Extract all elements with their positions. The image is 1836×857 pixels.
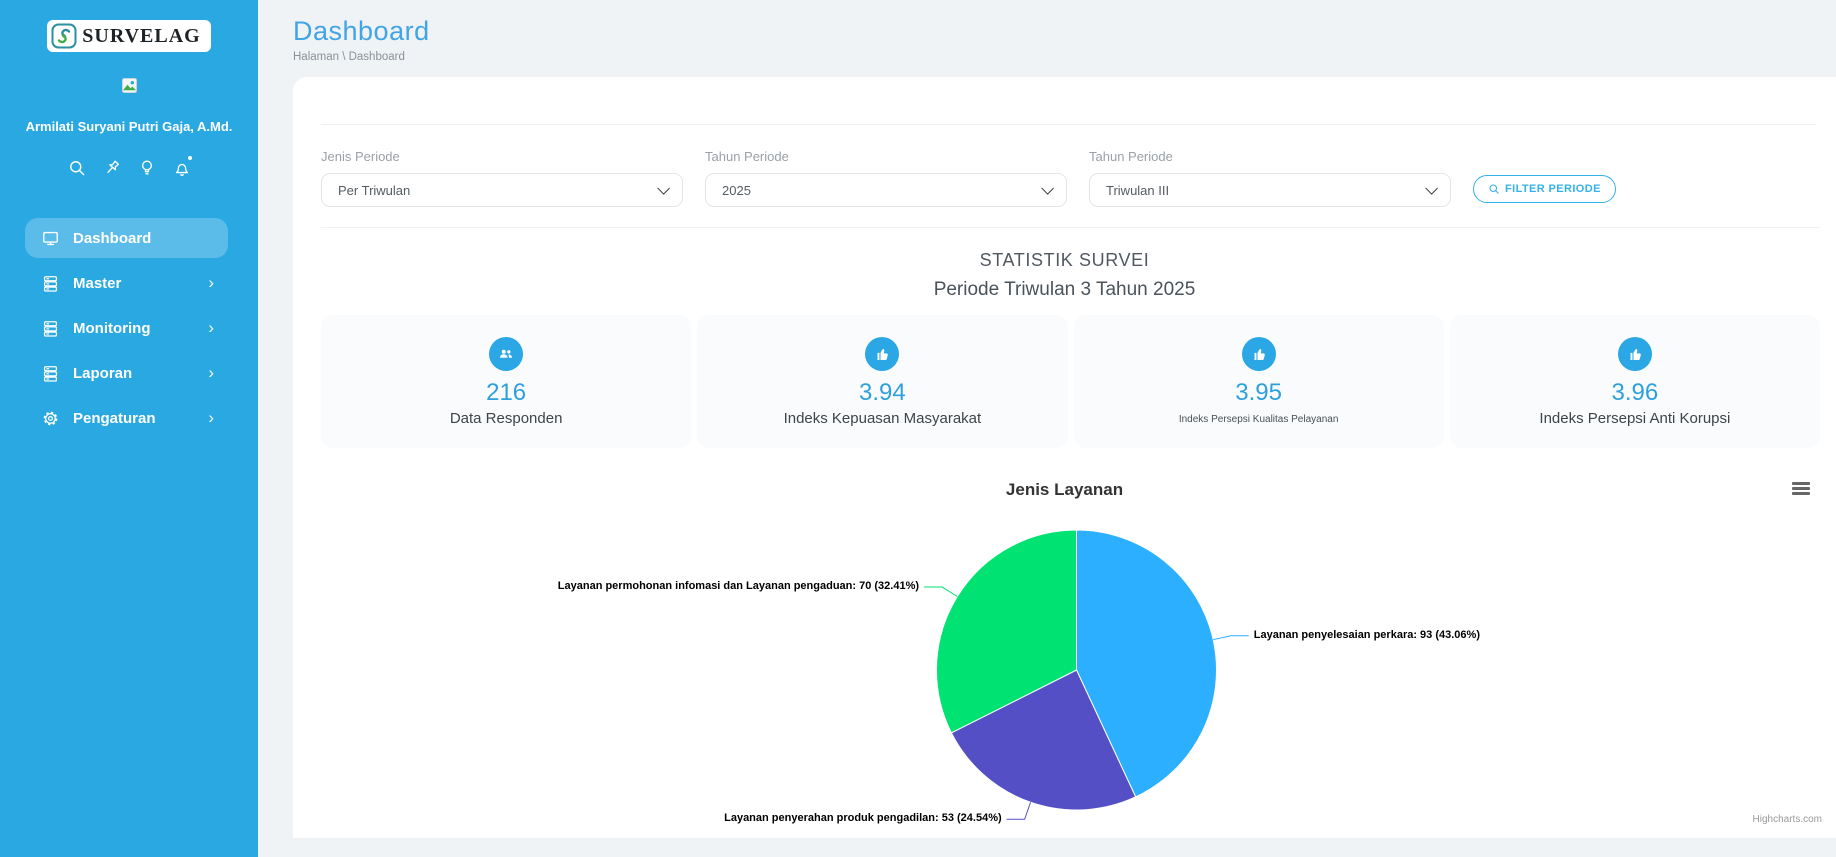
- chart-title: Jenis Layanan: [1005, 480, 1124, 499]
- chevron-down-icon: [1041, 181, 1054, 195]
- stat-card-ipak: 3.96 Indeks Persepsi Anti Korupsi: [1449, 315, 1820, 448]
- sidebar: SURVELAG Armilati Suryani Putri Gaja, A.…: [0, 0, 258, 857]
- stat-label: Indeks Persepsi Anti Korupsi: [1539, 410, 1731, 427]
- statistics-title: STATISTIK SURVEI: [979, 250, 1150, 270]
- sidebar-item-master[interactable]: Master ›: [25, 263, 228, 303]
- pie-label-connector: [1006, 802, 1032, 820]
- sidebar-item-label: Laporan: [73, 364, 133, 382]
- selected-value: 2025: [722, 182, 751, 198]
- notification-dot: [187, 156, 192, 160]
- pie-label-connector: [924, 586, 958, 597]
- highcharts-credit[interactable]: Highcharts.com: [1753, 814, 1822, 825]
- chevron-right-icon: ›: [208, 408, 214, 427]
- search-icon[interactable]: [67, 158, 87, 178]
- chart-context-menu-button[interactable]: [1792, 482, 1810, 495]
- chevron-right-icon: ›: [208, 318, 214, 337]
- app-logo[interactable]: SURVELAG: [47, 20, 211, 52]
- stat-value: 216: [486, 379, 527, 406]
- stat-value: 3.94: [859, 379, 906, 406]
- app-name: SURVELAG: [82, 24, 201, 47]
- filter-label-triwulan-periode: Tahun Periode: [1089, 149, 1173, 164]
- jenis-periode-select[interactable]: Per Triwulan: [321, 173, 683, 207]
- survelag-logo-icon: [51, 23, 77, 49]
- stat-value: 3.96: [1611, 379, 1659, 406]
- pie-slice-label: Layanan penyelesaian perkara: 93 (43.06%…: [1253, 628, 1480, 641]
- user-name: Armilati Suryani Putri Gaja, A.Md.: [25, 119, 233, 134]
- pin-icon[interactable]: [102, 158, 122, 178]
- stat-card-ikm: 3.94 Indeks Kepuasan Masyarakat: [697, 315, 1068, 448]
- chevron-right-icon: ›: [208, 363, 214, 382]
- filter-label-tahun-periode: Tahun Periode: [705, 149, 789, 164]
- lightbulb-icon[interactable]: [137, 158, 157, 178]
- sidebar-item-label: Monitoring: [73, 319, 151, 337]
- bell-icon[interactable]: [172, 156, 192, 178]
- statistics-cards: 216 Data Responden 3.94 Indeks Kepuasan …: [293, 301, 1836, 448]
- sidebar-item-label: Dashboard: [73, 229, 152, 247]
- filter-label-jenis-periode: Jenis Periode: [321, 149, 400, 164]
- page-title: Dashboard: [293, 16, 430, 46]
- sidebar-item-label: Pengaturan: [73, 409, 156, 427]
- pie-svg: [924, 529, 1249, 820]
- search-icon: [1489, 184, 1499, 194]
- main-content: Dashboard Halaman \ Dashboard Jenis Peri…: [258, 0, 1836, 838]
- pie-slice-label: Layanan permohonan infomasi dan Layanan …: [557, 580, 920, 593]
- stat-card-ipkp: 3.95 Indeks Persepsi Kualitas Pelayanan: [1073, 315, 1444, 448]
- chevron-down-icon: [657, 181, 670, 195]
- server-icon: [41, 274, 60, 293]
- selected-value: Per Triwulan: [338, 182, 411, 198]
- sidebar-item-monitoring[interactable]: Monitoring ›: [25, 308, 228, 348]
- stat-value: 3.95: [1235, 379, 1282, 406]
- sidebar-item-label: Master: [73, 274, 122, 292]
- statistics-subtitle: Periode Triwulan 3 Tahun 2025: [933, 279, 1196, 300]
- filter-button-label: FILTER PERIODE: [1505, 183, 1601, 195]
- filter-row: Jenis Periode Per Triwulan Tahun Periode…: [293, 125, 1836, 227]
- server-icon: [41, 319, 60, 338]
- filter-periode-button[interactable]: FILTER PERIODE: [1473, 175, 1616, 203]
- triwulan-select[interactable]: Triwulan III: [1089, 173, 1451, 207]
- content-card: Jenis Periode Per Triwulan Tahun Periode…: [293, 77, 1836, 838]
- users-icon: [489, 337, 524, 371]
- card-top-divider: [321, 77, 1816, 125]
- breadcrumb: Halaman \ Dashboard: [293, 51, 405, 63]
- stat-card-data-responden: 216 Data Responden: [321, 315, 692, 448]
- chevron-right-icon: ›: [208, 273, 214, 292]
- stat-label: Indeks Persepsi Kualitas Pelayanan: [1178, 414, 1339, 425]
- thumb-up-icon: [1617, 337, 1652, 371]
- pie-label-connector: [1213, 635, 1249, 641]
- thumb-up-icon: [1241, 337, 1276, 371]
- selected-value: Triwulan III: [1106, 182, 1170, 198]
- avatar: [121, 78, 137, 93]
- section-divider: [321, 227, 1820, 228]
- sidebar-item-laporan[interactable]: Laporan ›: [25, 353, 228, 393]
- monitor-icon: [41, 229, 60, 248]
- sidebar-item-pengaturan[interactable]: Pengaturan ›: [25, 398, 228, 438]
- stat-label: Indeks Kepuasan Masyarakat: [783, 410, 982, 427]
- tahun-periode-select[interactable]: 2025: [705, 173, 1067, 207]
- stat-label: Data Responden: [449, 410, 563, 427]
- pie-slice-label: Layanan penyerahan produk pengadilan: 53…: [724, 812, 1002, 825]
- sidebar-item-dashboard[interactable]: Dashboard: [25, 218, 228, 258]
- server-icon: [41, 364, 60, 383]
- pie-chart: Highcharts.com Layanan penyelesaian perk…: [293, 506, 1836, 838]
- thumb-up-icon: [865, 337, 900, 371]
- chevron-down-icon: [1425, 181, 1438, 195]
- sidebar-menu: Dashboard Master › Monitoring › Laporan …: [0, 218, 258, 438]
- gear-icon: [41, 409, 60, 428]
